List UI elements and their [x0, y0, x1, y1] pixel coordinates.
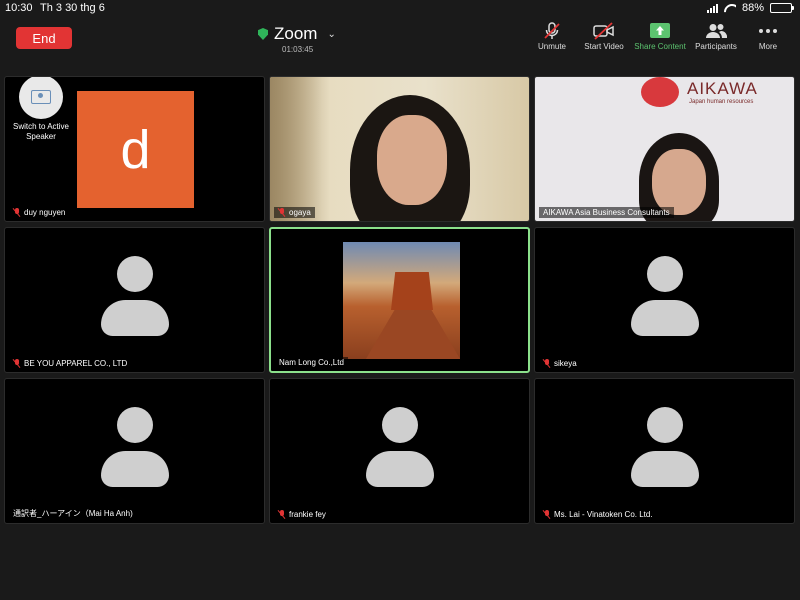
default-avatar-icon	[365, 407, 435, 487]
letter-avatar: d	[77, 91, 194, 208]
mic-muted-icon	[278, 510, 286, 519]
participant-name: Nam Long Co.,Ltd	[279, 358, 344, 367]
default-avatar-icon	[630, 256, 700, 336]
encryption-shield-icon	[258, 28, 268, 40]
mic-muted-icon	[543, 510, 551, 519]
default-avatar-icon	[630, 407, 700, 487]
video-tile-aikawa[interactable]: AIKAWA Japan human resources AIKAWA Asia…	[534, 76, 795, 222]
default-avatar-icon	[100, 407, 170, 487]
participants-icon	[705, 22, 727, 40]
cellular-signal-icon	[706, 3, 718, 13]
switch-active-speaker-button[interactable]: Switch to Active Speaker	[9, 77, 73, 142]
participant-name: duy nguyen	[24, 208, 66, 217]
chevron-down-icon[interactable]: ⌄	[327, 29, 335, 40]
participant-name-tag: 通訳者_ハーアイン（Mai Ha Anh)	[9, 507, 137, 520]
meeting-toolbar: Unmute Start Video Share Content Partici…	[528, 22, 792, 51]
status-bar: 10:30 Th 3 30 thg 6 88%	[0, 0, 800, 16]
participant-name-tag: AIKAWA Asia Business Consultants	[539, 207, 674, 218]
participant-name-tag: ogaya	[274, 207, 315, 218]
end-meeting-button[interactable]: End	[16, 27, 72, 49]
video-off-icon	[593, 22, 615, 40]
status-date: Th 3 30 thg 6	[40, 2, 105, 14]
meeting-timer: 01:03:45	[282, 45, 314, 54]
video-tile-ogaya[interactable]: ogaya	[269, 76, 530, 222]
participant-name-tag: BE YOU APPAREL CO., LTD	[9, 358, 132, 369]
participant-name-tag: duy nguyen	[9, 207, 70, 218]
participant-name-tag: sikeya	[539, 358, 581, 369]
status-time: 10:30	[5, 2, 33, 14]
participant-name: frankie fey	[289, 510, 326, 519]
video-tile-nam-long[interactable]: Nam Long Co.,Ltd	[269, 227, 530, 373]
battery-icon	[770, 3, 794, 13]
more-button[interactable]: More	[744, 22, 792, 51]
wifi-icon	[724, 4, 736, 13]
participant-name: 通訳者_ハーアイン（Mai Ha Anh)	[13, 509, 133, 518]
participant-name: ogaya	[289, 208, 311, 217]
participants-label: Participants	[695, 42, 737, 51]
more-label: More	[758, 42, 778, 51]
aikawa-logo-text: AIKAWA	[687, 79, 758, 98]
video-tile-be-you-apparel[interactable]: BE YOU APPAREL CO., LTD	[4, 227, 265, 373]
participant-name: AIKAWA Asia Business Consultants	[543, 208, 670, 217]
participant-name: sikeya	[554, 359, 577, 368]
participant-video	[270, 77, 529, 221]
video-tile-ms-lai[interactable]: Ms. Lai - Vinatoken Co. Ltd.	[534, 378, 795, 524]
video-tile-frankie-fey[interactable]: frankie fey	[269, 378, 530, 524]
aikawa-logo-icon	[641, 77, 679, 107]
participant-profile-photo	[343, 242, 460, 359]
participants-button[interactable]: Participants	[688, 22, 744, 51]
status-indicators: 88%	[706, 2, 794, 14]
more-dots-icon	[758, 22, 778, 40]
participant-name-tag: frankie fey	[274, 509, 330, 520]
default-avatar-icon	[100, 256, 170, 336]
mic-muted-icon	[543, 359, 551, 368]
participant-name: BE YOU APPAREL CO., LTD	[24, 359, 128, 368]
unmute-label: Unmute	[537, 42, 566, 51]
switch-speaker-label: Switch to Active Speaker	[12, 122, 70, 141]
video-tile-duy-nguyen[interactable]: d Switch to Active Speaker duy nguyen	[4, 76, 265, 222]
participant-video: AIKAWA Japan human resources	[535, 77, 794, 221]
participant-name-tag: Nam Long Co.,Ltd	[275, 357, 348, 368]
unmute-button[interactable]: Unmute	[528, 22, 576, 51]
battery-percent: 88%	[741, 2, 764, 14]
share-content-label: Share Content	[634, 42, 686, 51]
video-tile-sikeya[interactable]: sikeya	[534, 227, 795, 373]
aikawa-logo-subtext: Japan human resources	[689, 99, 754, 105]
share-screen-icon	[650, 22, 670, 40]
mic-muted-icon	[278, 208, 286, 217]
meeting-title: Zoom	[274, 24, 318, 43]
speaker-view-icon	[19, 77, 63, 119]
mic-muted-icon	[13, 359, 21, 368]
meeting-title-area[interactable]: Zoom ⌄ 01:03:45	[258, 24, 338, 54]
start-video-button[interactable]: Start Video	[576, 22, 632, 51]
start-video-label: Start Video	[584, 42, 624, 51]
participant-name-tag: Ms. Lai - Vinatoken Co. Ltd.	[539, 509, 657, 520]
mic-muted-icon	[13, 208, 21, 217]
participant-name: Ms. Lai - Vinatoken Co. Ltd.	[554, 510, 653, 519]
share-content-button[interactable]: Share Content	[632, 22, 688, 51]
video-tile-mai-ha-anh[interactable]: 通訳者_ハーアイン（Mai Ha Anh)	[4, 378, 265, 524]
microphone-muted-icon	[543, 22, 561, 40]
